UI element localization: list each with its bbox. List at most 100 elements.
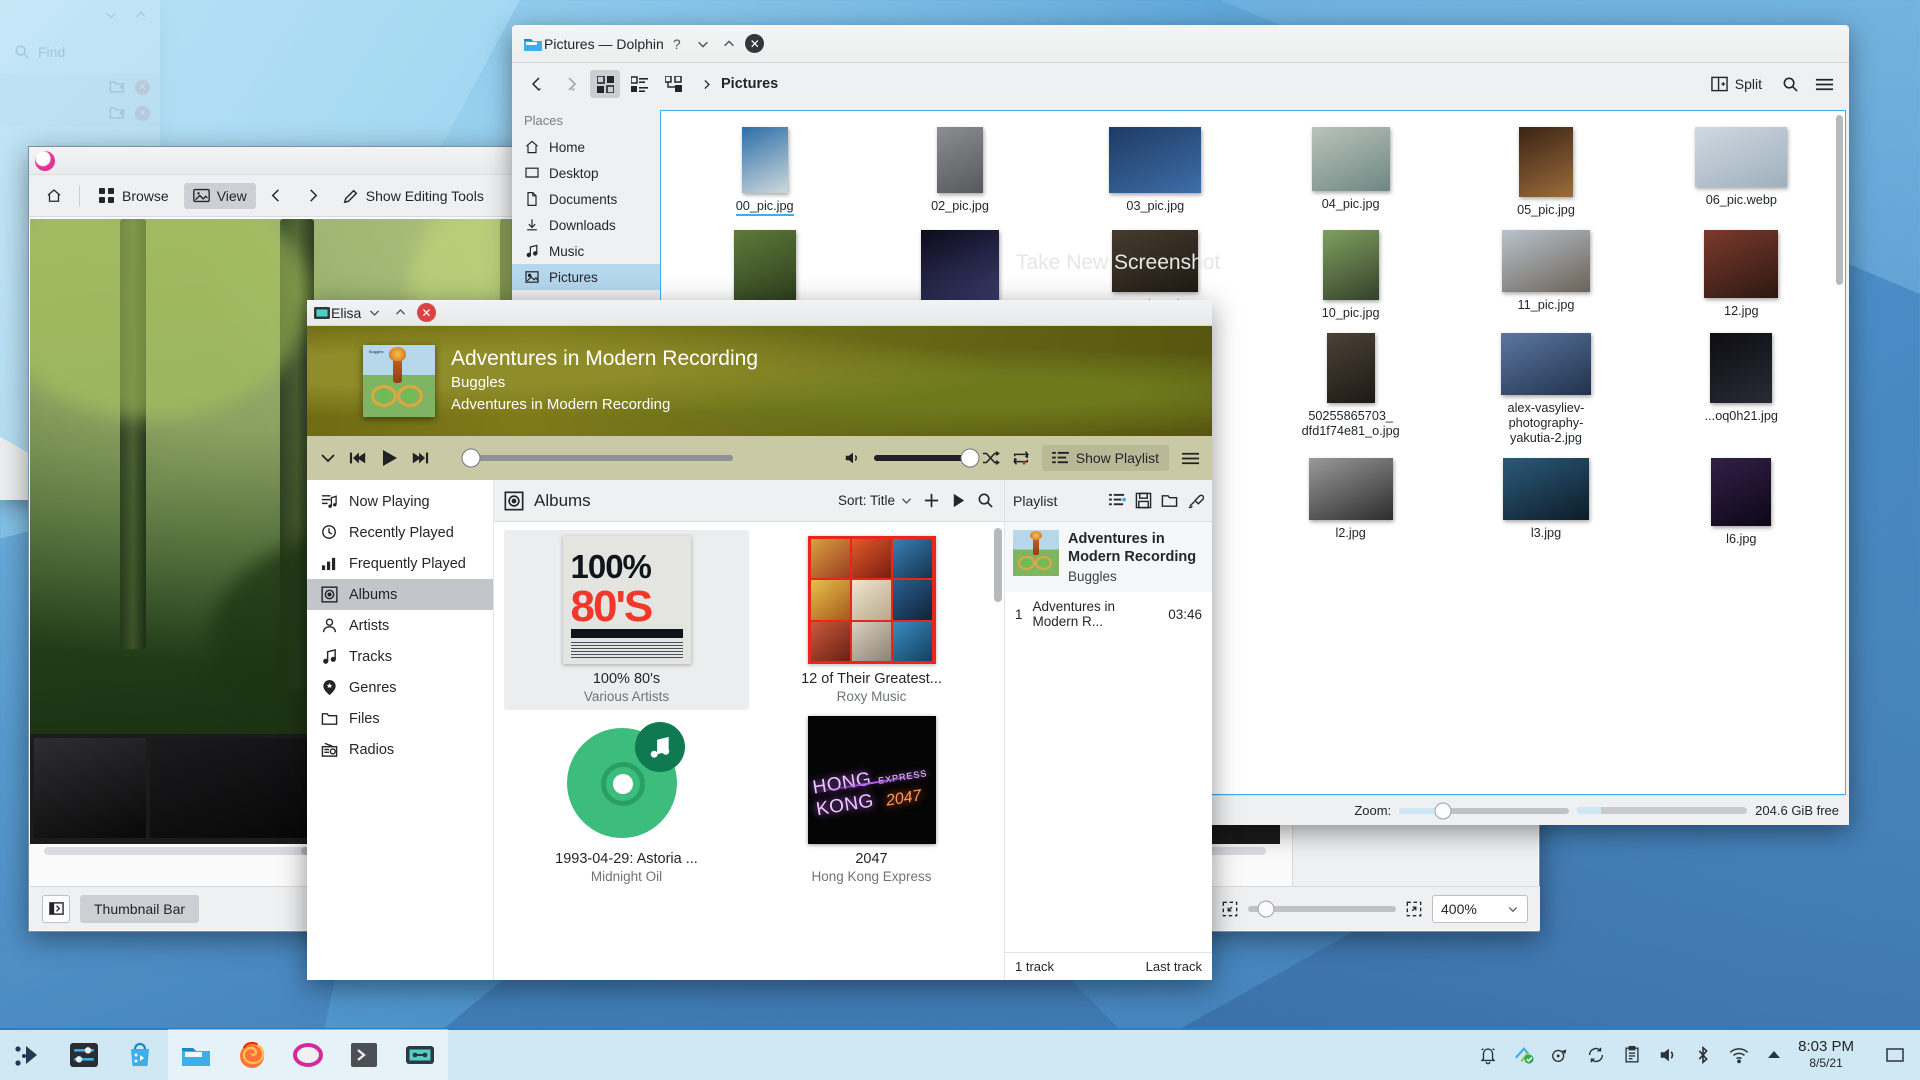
new-folder-icon[interactable] — [109, 79, 125, 95]
file-tile[interactable]: l6.jpg — [1644, 450, 1839, 560]
show-editing-tools-button[interactable]: Show Editing Tools — [334, 183, 493, 209]
sidebar-item-files[interactable]: Files — [307, 703, 493, 734]
network-icon[interactable] — [1514, 1045, 1534, 1065]
file-tile[interactable]: 06_pic.webp — [1644, 119, 1839, 222]
close-button[interactable]: ✕ — [742, 32, 768, 56]
place-item-downloads[interactable]: Downloads — [512, 212, 660, 238]
sidebar-item-genres[interactable]: Genres — [307, 672, 493, 703]
playlist-track-row[interactable]: 1 Adventures in Modern R... 03:46 — [1005, 592, 1212, 636]
thumbnail-item[interactable] — [34, 738, 146, 838]
taskbar-konsole[interactable] — [336, 1029, 392, 1080]
play-all-icon[interactable] — [950, 492, 967, 509]
minimize-icon[interactable] — [98, 3, 124, 27]
add-to-playlist-icon[interactable] — [923, 492, 940, 509]
skip-previous-icon[interactable] — [349, 450, 367, 466]
close-icon[interactable]: ✕ — [135, 79, 150, 95]
zoom-fit-icon[interactable] — [1222, 901, 1238, 917]
close-button[interactable]: ✕ — [413, 301, 439, 325]
show-current-track-icon[interactable] — [1109, 493, 1126, 508]
place-item-desktop[interactable]: Desktop — [512, 160, 660, 186]
sidebar-item-artists[interactable]: Artists — [307, 610, 493, 641]
file-tile[interactable]: l3.jpg — [1448, 450, 1643, 560]
minimize-icon[interactable] — [361, 301, 387, 325]
zoom-level-combo[interactable]: 400% — [1432, 894, 1528, 923]
help-icon[interactable]: ? — [664, 32, 690, 56]
file-tile[interactable]: 12.jpg — [1644, 222, 1839, 325]
zoom-slider-knob[interactable] — [1257, 900, 1275, 917]
search-icon[interactable] — [977, 492, 994, 509]
album-card[interactable]: HONG KONG EXPRESS 2047 2047 Hong Kong Ex… — [749, 710, 994, 890]
maximize-icon[interactable] — [387, 301, 413, 325]
albums-scrollbar[interactable] — [994, 528, 1002, 602]
zoom-slider[interactable] — [1248, 900, 1396, 917]
clipboard-icon[interactable] — [1622, 1045, 1642, 1065]
volume-icon[interactable] — [844, 450, 862, 466]
place-item-documents[interactable]: Documents — [512, 186, 660, 212]
split-button[interactable]: Split — [1702, 71, 1771, 97]
sync-icon[interactable] — [1586, 1045, 1606, 1065]
shuffle-icon[interactable] — [982, 450, 1000, 466]
file-tile[interactable]: ...oq0h21.jpg — [1644, 325, 1839, 450]
notifications-icon[interactable] — [1478, 1045, 1498, 1065]
taskbar-dolphin[interactable] — [168, 1029, 224, 1080]
volume-slider-knob[interactable] — [960, 448, 980, 468]
sidebar-item-now-playing[interactable]: Now Playing — [307, 486, 493, 517]
clock[interactable]: 8:03 PM 8/5/21 — [1798, 1039, 1854, 1071]
maximize-icon[interactable] — [716, 32, 742, 56]
show-playlist-button[interactable]: Show Playlist — [1041, 445, 1169, 471]
volume-icon[interactable] — [1658, 1045, 1678, 1065]
system-settings-button[interactable] — [56, 1029, 112, 1080]
sidebar-item-frequently-played[interactable]: Frequently Played — [307, 548, 493, 579]
bluetooth-icon[interactable] — [1694, 1045, 1712, 1065]
updates-icon[interactable] — [1550, 1045, 1570, 1065]
secondary-find-row[interactable]: Find — [0, 30, 160, 74]
sidebar-item-albums[interactable]: Albums — [307, 579, 493, 610]
play-icon[interactable] — [379, 448, 399, 468]
thumbnail-toggle-icon[interactable] — [42, 894, 70, 923]
home-icon[interactable] — [39, 182, 69, 210]
taskbar-elisa[interactable] — [392, 1029, 448, 1080]
file-tile[interactable]: 02_pic.jpg — [862, 119, 1057, 222]
previous-icon[interactable] — [262, 182, 292, 210]
file-tile[interactable]: 11_pic.jpg — [1448, 222, 1643, 325]
minimize-icon[interactable] — [690, 32, 716, 56]
maximize-icon[interactable] — [128, 3, 154, 27]
hamburger-icon[interactable] — [1809, 70, 1839, 98]
file-tile[interactable]: 04_pic.jpg — [1253, 119, 1448, 222]
chevron-down-icon[interactable] — [319, 449, 337, 467]
playback-progress-knob[interactable] — [461, 448, 481, 468]
sidebar-item-radios[interactable]: Radios — [307, 734, 493, 765]
album-card[interactable]: 100% 80'S 100% 80's Various Artists — [504, 530, 749, 710]
place-item-home[interactable]: Home — [512, 134, 660, 160]
place-item-music[interactable]: Music — [512, 238, 660, 264]
back-icon[interactable] — [522, 70, 552, 98]
file-tile[interactable]: alex-vasyliev- photography- yakutia-2.jp… — [1448, 325, 1643, 450]
new-folder-icon[interactable] — [109, 105, 125, 121]
discover-button[interactable] — [112, 1029, 168, 1080]
file-tile[interactable]: 05_pic.jpg — [1448, 119, 1643, 222]
file-tile[interactable]: l2.jpg — [1253, 450, 1448, 560]
album-card[interactable]: 12 of Their Greatest... Roxy Music — [749, 530, 994, 710]
thumbnail-bar-button[interactable]: Thumbnail Bar — [80, 894, 200, 923]
view-button[interactable]: View — [183, 182, 256, 209]
next-icon[interactable] — [298, 182, 328, 210]
search-icon[interactable] — [1775, 70, 1805, 98]
browse-button[interactable]: Browse — [90, 183, 178, 209]
save-icon[interactable] — [1135, 492, 1152, 509]
repeat-off-icon[interactable] — [1012, 450, 1030, 466]
app-launcher-button[interactable] — [0, 1029, 56, 1080]
playback-progress-slider[interactable] — [461, 448, 733, 468]
file-tile[interactable]: 50255865703_ dfd1f74e81_o.jpg — [1253, 325, 1448, 450]
elisa-window[interactable]: Elisa ✕ Buggles Adventures in Modern Rec… — [307, 300, 1212, 980]
wifi-icon[interactable] — [1728, 1045, 1750, 1065]
sidebar-item-recently-played[interactable]: Recently Played — [307, 517, 493, 548]
skip-next-icon[interactable] — [411, 450, 429, 466]
breadcrumb[interactable]: Pictures — [700, 76, 778, 92]
icons-view-icon[interactable] — [590, 70, 620, 98]
file-tile[interactable]: 00_pic.jpg — [667, 119, 862, 222]
close-icon[interactable]: ✕ — [135, 105, 150, 121]
album-card[interactable]: 1993-04-29: Astoria ... Midnight Oil — [504, 710, 749, 890]
show-desktop-button[interactable] — [1884, 1044, 1906, 1066]
file-tile[interactable]: 10_pic.jpg — [1253, 222, 1448, 325]
taskbar-firefox[interactable] — [224, 1029, 280, 1080]
